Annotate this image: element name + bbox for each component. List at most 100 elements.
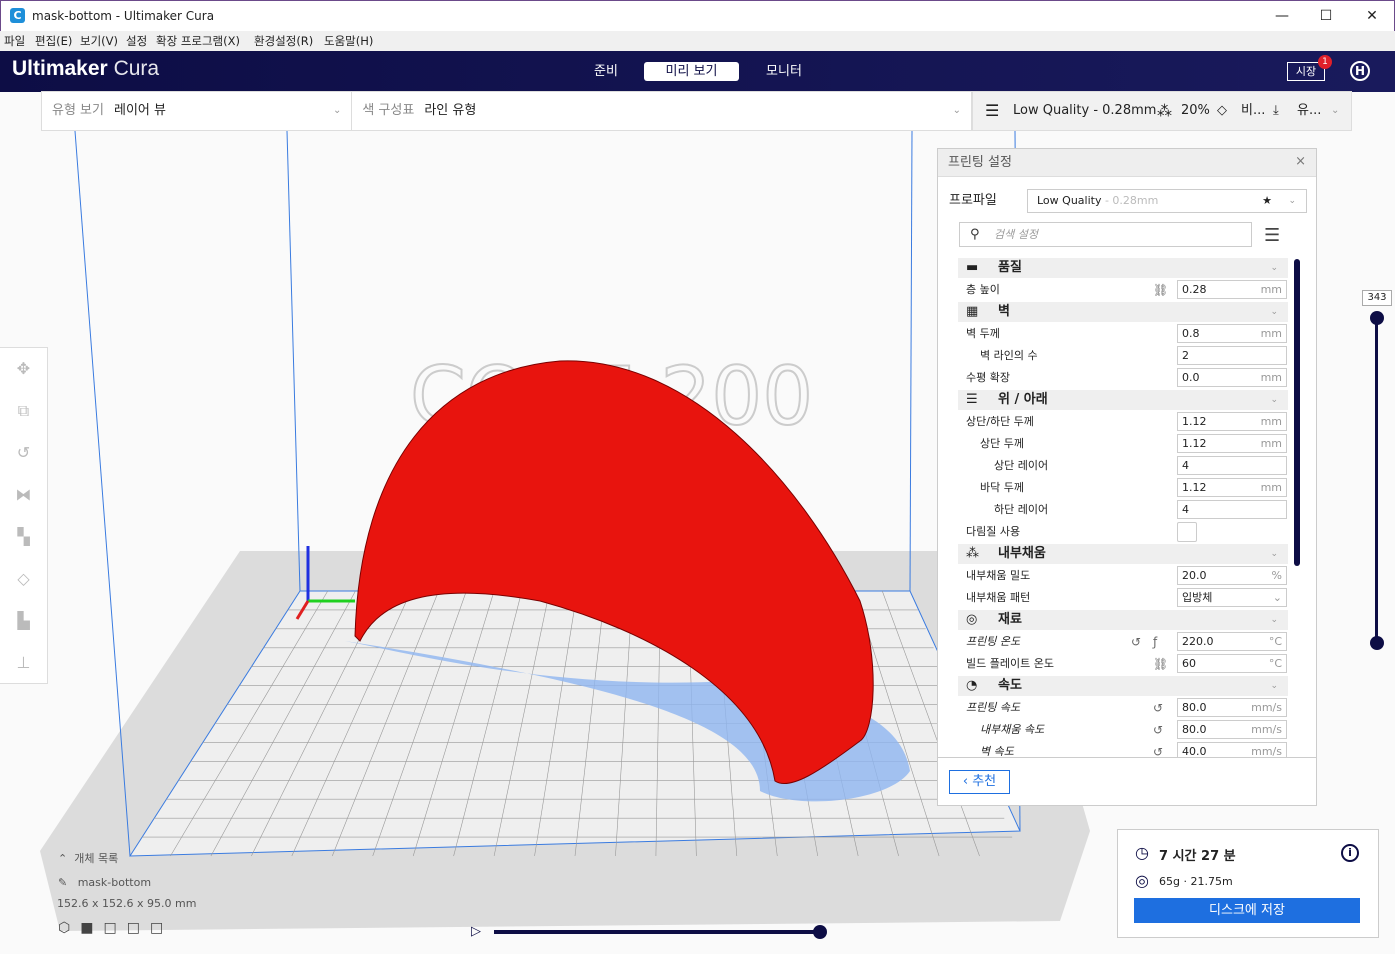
setting-input[interactable]: 220.0 °C	[1177, 632, 1287, 651]
close-button[interactable]: ✕	[1352, 5, 1392, 27]
tab-monitor[interactable]: 모니터	[755, 62, 813, 81]
setting-label: 벽 두께	[966, 327, 1000, 340]
color-scheme-dropdown[interactable]: 색 구성표 라인 유형 ⌄	[352, 92, 971, 130]
tool-bar: ✥ ⧉ ↺ ⧓ ▚ ◇ ▙ ⊥	[0, 347, 48, 684]
logo: Ultimaker Cura	[12, 57, 160, 80]
save-to-disk-button[interactable]: 디스크에 저장	[1134, 898, 1360, 923]
link-icon[interactable]: ⛓	[1153, 279, 1168, 301]
chevron-down-icon: ⌄	[1270, 615, 1278, 625]
setting-input[interactable]: 20.0%	[1177, 566, 1287, 585]
setting-row: 빌드 플레이트 온도 60 °C ⛓	[958, 653, 1288, 675]
function-icon[interactable]: ƒ	[1153, 631, 1157, 653]
recommended-button[interactable]: ‹ 추천	[949, 770, 1010, 794]
print-on-plate-icon[interactable]: ⊥	[0, 642, 47, 684]
category-icon: ▦	[966, 304, 979, 319]
move-tool-icon[interactable]: ✥	[0, 348, 47, 390]
infill-summary: 20%	[1181, 103, 1210, 118]
setting-input[interactable]: 1.12 mm	[1177, 412, 1287, 431]
object-name[interactable]: ✎ mask-bottom	[58, 876, 196, 889]
settings-category[interactable]: ▦ 벽 ⌄	[958, 302, 1288, 322]
panel-title: 프린팅 설정	[938, 149, 1316, 177]
category-label: 품질	[998, 260, 1022, 275]
menu-preferences[interactable]: 환경설정(R)	[254, 33, 313, 49]
mirror-tool-icon[interactable]: ⧓	[0, 474, 47, 516]
info-icon[interactable]: i	[1341, 844, 1359, 862]
reset-icon[interactable]: ↺	[1153, 741, 1163, 757]
menu-settings[interactable]: 설정	[126, 33, 147, 49]
setting-input[interactable]: 1.12 mm	[1177, 478, 1287, 497]
reset-icon[interactable]: ↺	[1153, 719, 1163, 741]
star-icon[interactable]: ★	[1262, 190, 1272, 212]
link-icon[interactable]: ⛓	[1153, 653, 1168, 675]
tab-prepare[interactable]: 준비	[582, 62, 630, 81]
setting-input[interactable]: 40.0 mm/s	[1177, 742, 1287, 757]
setting-label: 빌드 플레이트 온도	[966, 657, 1054, 670]
support-summary: 비...	[1241, 103, 1266, 118]
play-icon[interactable]: ▷	[471, 924, 481, 939]
path-slider[interactable]	[494, 930, 820, 934]
profile-dropdown[interactable]: Low Quality - 0.28mm ★ ⌄	[1027, 189, 1307, 213]
camera-view-buttons[interactable]: ⬡■□□□	[58, 920, 196, 936]
chevron-down-icon: ⌄	[1270, 307, 1278, 317]
layer-number[interactable]: 343	[1362, 290, 1392, 306]
setting-row: 벽 두께 0.8 mm	[958, 323, 1288, 345]
minimize-button[interactable]: —	[1262, 5, 1302, 27]
setting-input[interactable]: 4	[1177, 500, 1287, 519]
setting-label: 층 높이	[966, 283, 1000, 296]
setting-row: 하단 레이어 4	[958, 499, 1288, 521]
rotate-tool-icon[interactable]: ↺	[0, 432, 47, 474]
menu-extensions[interactable]: 확장 프로그램(X)	[156, 33, 240, 49]
scale-tool-icon[interactable]: ⧉	[0, 390, 47, 432]
view-type-dropdown[interactable]: 유형 보기 레이어 뷰 ⌄	[42, 92, 353, 130]
settings-category[interactable]: ▬ 품질 ⌄	[958, 258, 1288, 278]
layer-slider[interactable]	[1375, 318, 1378, 643]
settings-category[interactable]: ◔ 속도 ⌄	[958, 676, 1288, 696]
layer-slider-bottom-handle[interactable]	[1370, 636, 1384, 650]
menu-file[interactable]: 파일	[4, 33, 25, 49]
menu-help[interactable]: 도움말(H)	[324, 33, 373, 49]
object-dimensions: 152.6 x 152.6 x 95.0 mm	[57, 897, 197, 910]
settings-category[interactable]: ☰ 위 / 아래 ⌄	[958, 390, 1288, 410]
chevron-down-icon: ⌄	[332, 105, 342, 116]
maximize-button[interactable]: ☐	[1306, 5, 1346, 27]
divider	[938, 757, 1316, 758]
setting-row: 수평 확장 0.0 mm	[958, 367, 1288, 389]
setting-input[interactable]: 입방체 ⌄	[1177, 588, 1287, 607]
category-label: 벽	[998, 304, 1010, 319]
setting-input[interactable]: 80.0 mm/s	[1177, 698, 1287, 717]
app-header: Ultimaker Cura 준비 미리 보기 모니터 시장 1 H	[0, 51, 1395, 92]
print-estimate-panel: ◷ 7 시간 27 분 i ◎ 65g · 21.75m 디스크에 저장	[1117, 829, 1379, 938]
setting-input[interactable]: 4	[1177, 456, 1287, 475]
settings-category[interactable]: ◎ 재료 ⌄	[958, 610, 1288, 630]
settings-menu-icon[interactable]: ☰	[1264, 225, 1280, 246]
menu-bar: 파일 편집(E) 보기(V) 설정 확장 프로그램(X) 환경설정(R) 도움말…	[0, 31, 1395, 51]
print-setup-selector[interactable]: ☰ Low Quality - 0.28mm ⁂ 20% ◇ 비... ⤓ 유.…	[972, 91, 1352, 131]
setting-input[interactable]: 2	[1177, 346, 1287, 365]
setting-input[interactable]: 1.12 mm	[1177, 434, 1287, 453]
search-settings-input[interactable]: ⚲ 검색 설정	[959, 222, 1252, 247]
setting-row: 벽 속도 40.0 mm/s ↺	[958, 741, 1288, 757]
setting-label: 내부채움 속도	[980, 723, 1045, 736]
setting-input[interactable]: 0.28 mm	[1177, 280, 1287, 299]
menu-view[interactable]: 보기(V)	[80, 33, 118, 49]
settings-scrollbar[interactable]	[1294, 259, 1300, 566]
menu-edit[interactable]: 편집(E)	[35, 33, 72, 49]
support-blocker-icon[interactable]: ◇	[0, 558, 47, 600]
setting-input[interactable]: 80.0 mm/s	[1177, 720, 1287, 739]
tab-preview[interactable]: 미리 보기	[644, 62, 739, 81]
layer-tool-icon[interactable]: ▙	[0, 600, 47, 642]
setting-input[interactable]: 0.8 mm	[1177, 324, 1287, 343]
layer-slider-top-handle[interactable]	[1370, 311, 1384, 325]
setting-checkbox[interactable]	[1177, 522, 1197, 542]
settings-category[interactable]: ⁂ 내부채움 ⌄	[958, 544, 1288, 564]
reset-icon[interactable]: ↺	[1153, 697, 1163, 719]
reset-icon[interactable]: ↺	[1131, 631, 1141, 653]
setting-row: 바닥 두께 1.12 mm	[958, 477, 1288, 499]
close-icon[interactable]: ×	[1295, 154, 1306, 169]
path-slider-handle[interactable]	[813, 925, 827, 939]
account-button[interactable]: H	[1350, 61, 1370, 81]
per-model-settings-icon[interactable]: ▚	[0, 516, 47, 558]
object-list-toggle[interactable]: ⌃ 개체 목록	[58, 850, 196, 866]
setting-input[interactable]: 60 °C	[1177, 654, 1287, 673]
setting-input[interactable]: 0.0 mm	[1177, 368, 1287, 387]
